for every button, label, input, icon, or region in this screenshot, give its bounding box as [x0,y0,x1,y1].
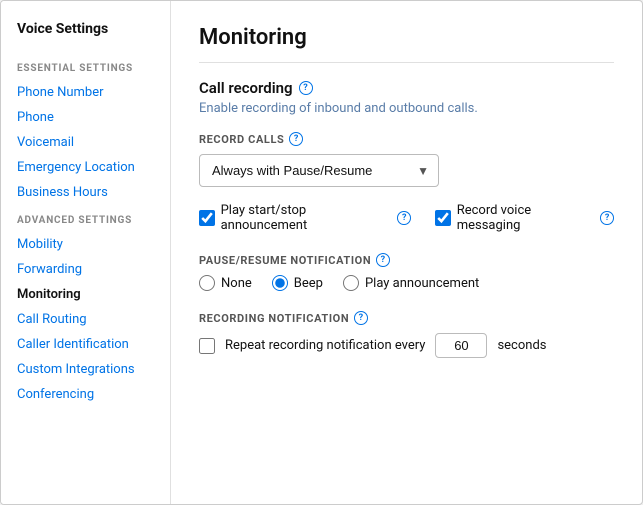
pause-resume-radio-group: None Beep Play announcement [199,275,614,291]
play-announcement-label: Play start/stop announcement [221,203,392,233]
pause-resume-help-icon[interactable]: ? [376,253,390,267]
record-voice-checkbox-item[interactable]: Record voice messaging ? [435,203,614,233]
page-title: Monitoring [199,25,614,63]
sidebar-item-phone-number[interactable]: Phone Number [1,80,170,105]
main-content: Monitoring Call recording ? Enable recor… [171,1,642,504]
sidebar-item-conferencing[interactable]: Conferencing [1,382,170,407]
seconds-input[interactable] [435,333,487,358]
beep-radio-item[interactable]: Beep [272,275,323,291]
play-announcement-checkbox[interactable] [199,210,215,226]
seconds-label: seconds [497,338,546,353]
sidebar-item-custom-integrations[interactable]: Custom Integrations [1,357,170,382]
none-radio[interactable] [199,275,215,291]
record-voice-checkbox[interactable] [435,210,451,226]
beep-radio[interactable] [272,275,288,291]
record-calls-select[interactable]: Always with Pause/Resume Always Never On… [199,154,439,187]
sidebar-item-caller-identification[interactable]: Caller Identification [1,332,170,357]
essential-section-label: Essential Settings [1,53,170,80]
sidebar-item-phone[interactable]: Phone [1,105,170,130]
sidebar-item-mobility[interactable]: Mobility [1,232,170,257]
advanced-section-label: Advanced Settings [1,205,170,232]
repeat-notification-text: Repeat recording notification every [225,338,425,353]
play-announcement-radio-label: Play announcement [365,276,479,291]
call-recording-help-icon[interactable]: ? [299,81,313,95]
pause-resume-label: Pause/Resume Notification ? [199,253,614,267]
recording-notification-label: Recording Notification ? [199,311,614,325]
record-calls-select-wrapper: Always with Pause/Resume Always Never On… [199,154,439,187]
play-announcement-help-icon[interactable]: ? [397,211,411,225]
repeat-notification-checkbox[interactable] [199,338,215,354]
call-recording-heading-text: Call recording [199,79,293,97]
record-calls-label: Record Calls ? [199,132,614,146]
sidebar-item-business-hours[interactable]: Business Hours [1,180,170,205]
record-calls-help-icon[interactable]: ? [289,132,303,146]
record-voice-label: Record voice messaging [457,203,595,233]
sidebar-item-forwarding[interactable]: Forwarding [1,257,170,282]
play-announcement-radio[interactable] [343,275,359,291]
sidebar-title: Voice Settings [1,21,170,53]
play-announcement-radio-item[interactable]: Play announcement [343,275,479,291]
none-radio-item[interactable]: None [199,275,252,291]
record-voice-help-icon[interactable]: ? [600,211,614,225]
sidebar-item-voicemail[interactable]: Voicemail [1,130,170,155]
call-recording-subtext: Enable recording of inbound and outbound… [199,101,614,116]
play-announcement-checkbox-item[interactable]: Play start/stop announcement ? [199,203,411,233]
none-radio-label: None [221,276,252,291]
recording-notification-help-icon[interactable]: ? [354,311,368,325]
sidebar-item-monitoring[interactable]: Monitoring [1,282,170,307]
notification-row: Repeat recording notification every seco… [199,333,614,358]
call-recording-heading: Call recording ? [199,79,614,97]
sidebar-item-emergency-location[interactable]: Emergency Location [1,155,170,180]
beep-radio-label: Beep [294,276,323,291]
sidebar: Voice Settings Essential Settings Phone … [1,1,171,504]
checkboxes-row: Play start/stop announcement ? Record vo… [199,203,614,233]
sidebar-item-call-routing[interactable]: Call Routing [1,307,170,332]
